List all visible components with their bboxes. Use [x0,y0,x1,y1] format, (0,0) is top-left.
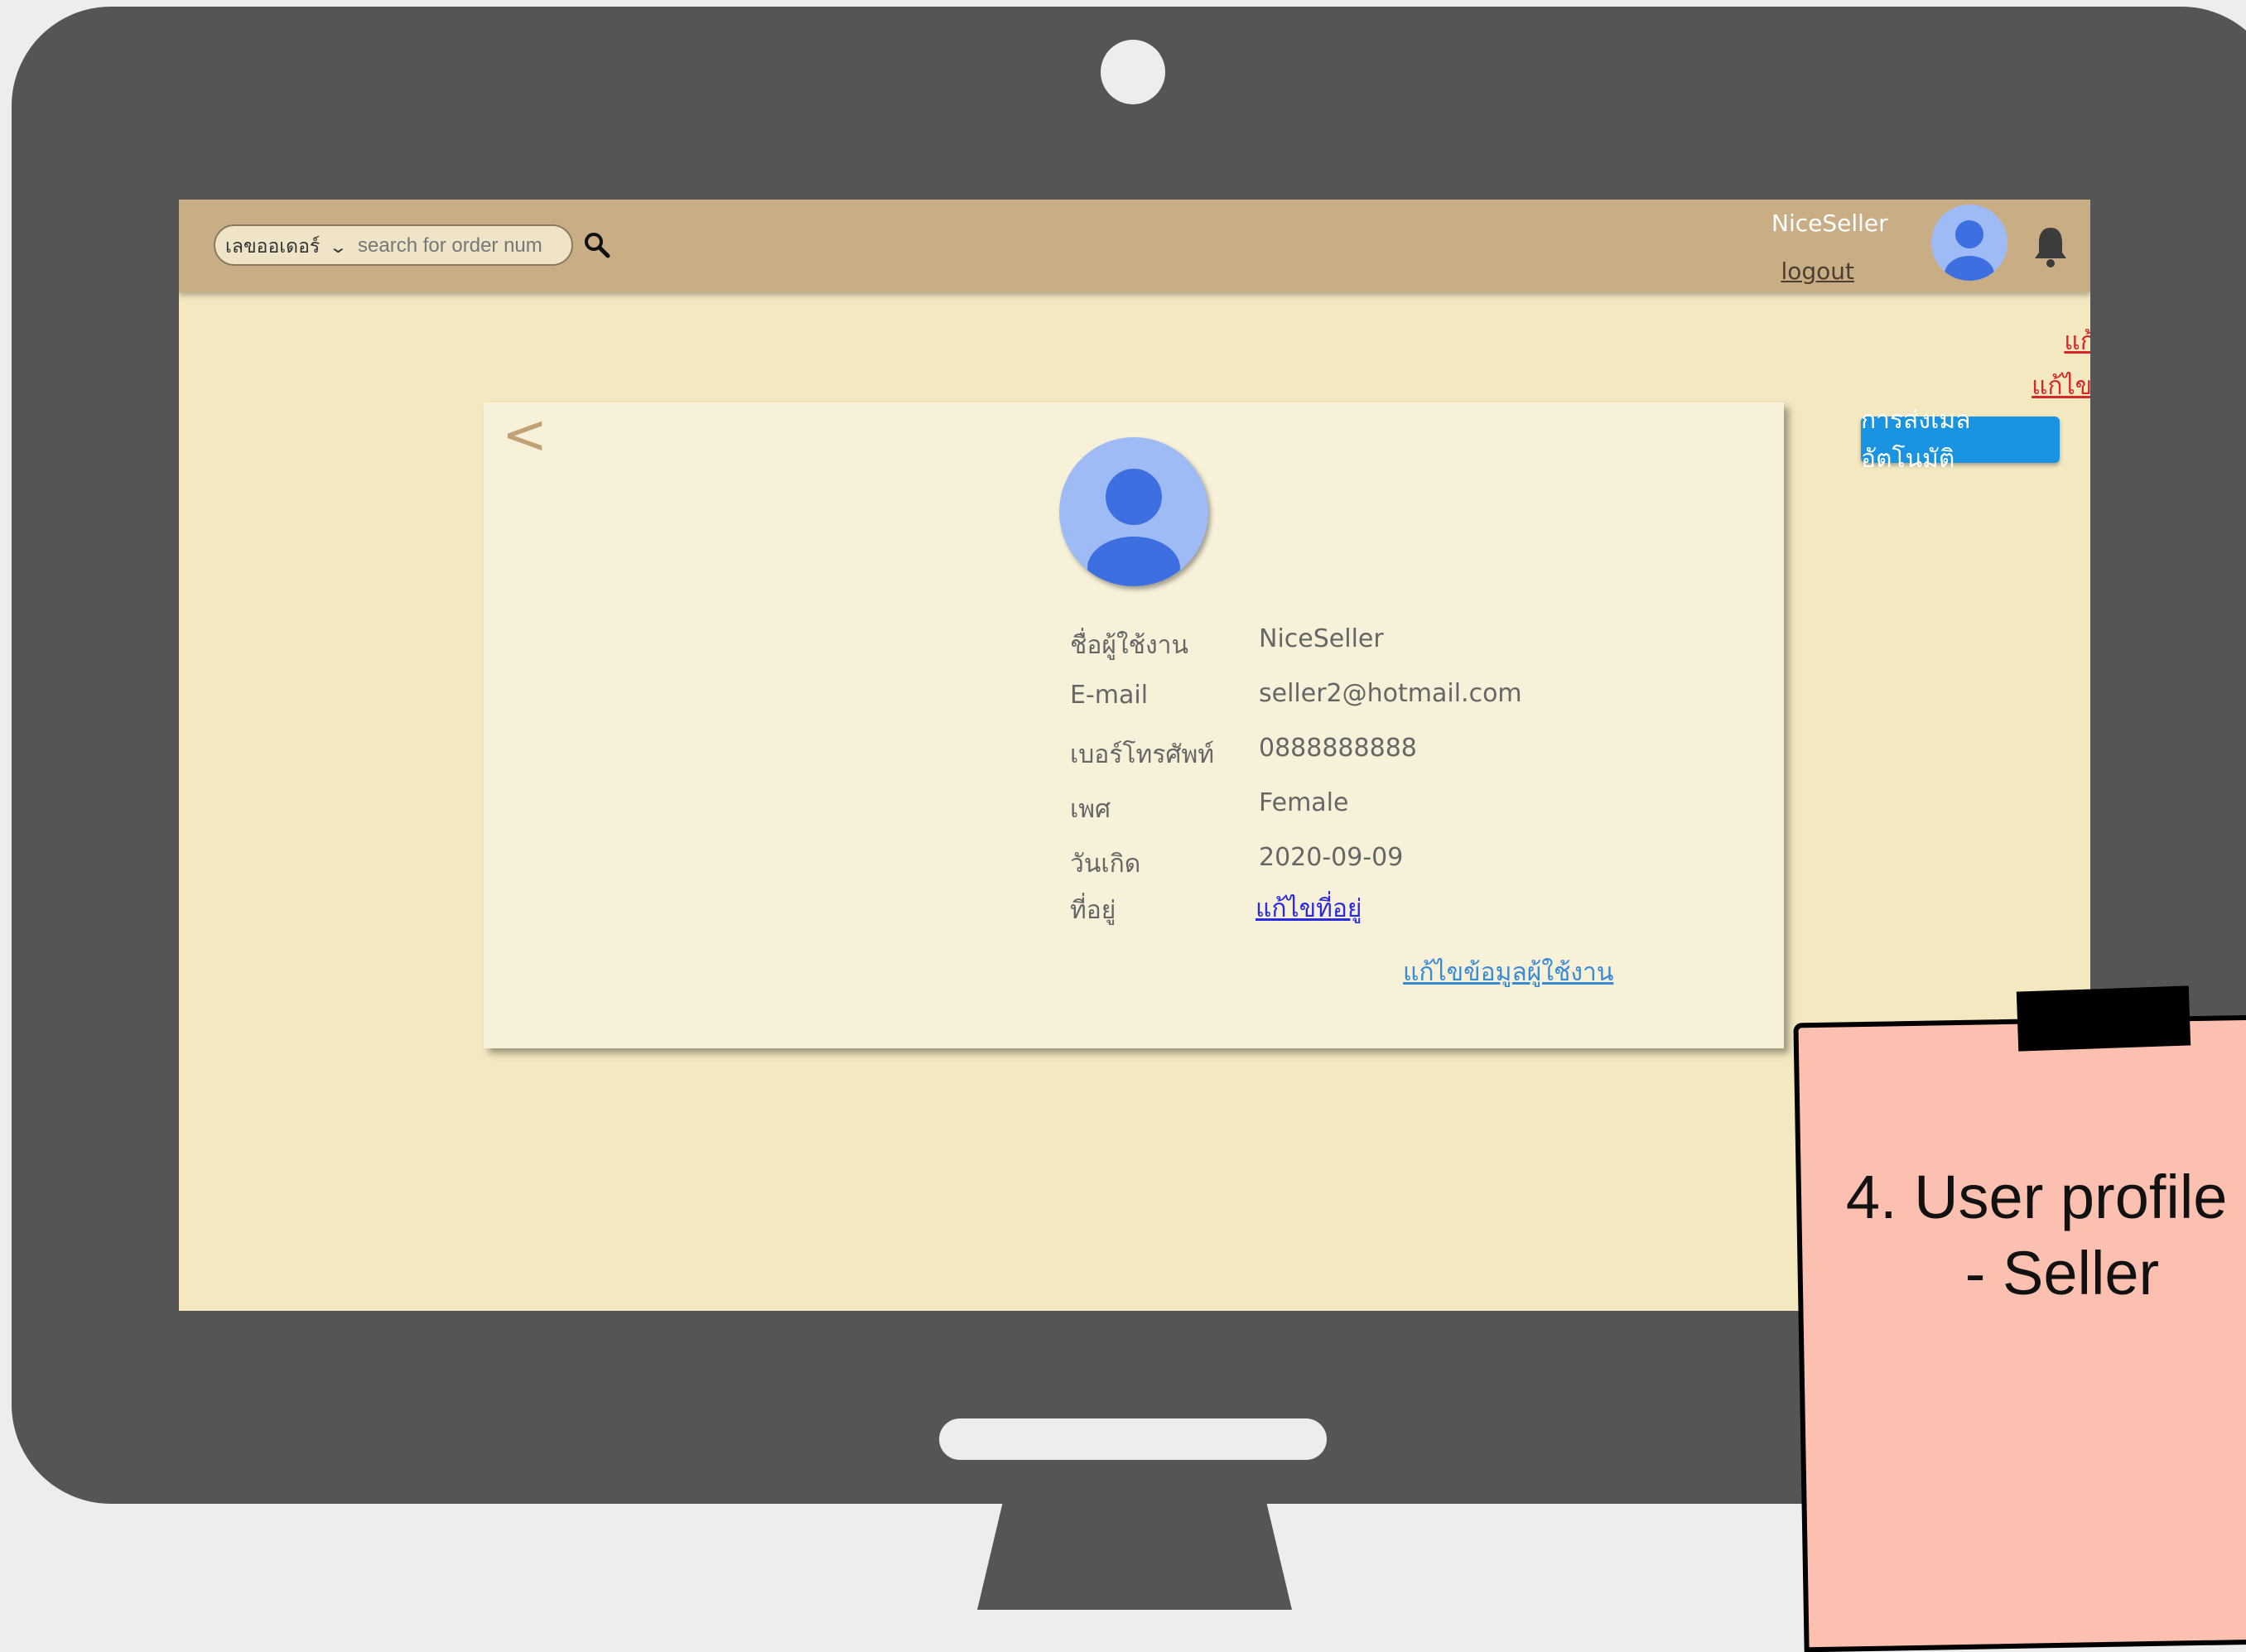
field-label-birthdate: วันเกิด [1070,850,1141,879]
edit-address-link[interactable]: แก้ไขที่อยู่ [1256,889,1362,928]
auto-email-button[interactable]: การส่งเมลอัตโนมัติ [1861,406,2060,474]
monitor-stand [977,1491,1292,1610]
chevron-down-icon: ⌄ [328,237,349,257]
monitor-camera [1101,40,1165,104]
edit-shipping-price-link[interactable]: แก้ไขราคาค่าจัดส่ง [1752,367,2090,406]
search-box: เลขออเดอร์ ⌄ [214,224,573,266]
edit-seller-account-link[interactable]: แก้ไขบัญชีผู้ขาย [1752,322,2090,361]
field-label-phone: เบอร์โทรศัพท์ [1070,740,1215,769]
user-avatar-icon [1059,437,1208,586]
field-value-phone: 0888888888 [1259,734,1417,763]
field-value-email: seller2@hotmail.com [1259,679,1522,708]
back-chevron-icon[interactable]: < [502,407,547,462]
search-category-select[interactable]: เลขออเดอร์ ⌄ [225,234,349,259]
field-value-username: NiceSeller [1259,624,1384,653]
logout-link[interactable]: logout [1738,258,1854,285]
user-avatar-icon[interactable] [1931,205,2007,281]
edit-user-info-link[interactable]: แก้ไขข้อมูลผู้ใช้งาน [1403,953,1613,992]
field-label-address: ที่อยู่ [1070,896,1116,925]
note-tape [2016,985,2191,1052]
monitor-bottom-bar [939,1418,1327,1460]
sticky-note [1793,1014,2246,1652]
field-value-birthdate: 2020-09-09 [1259,843,1404,872]
top-navbar: เลขออเดอร์ ⌄ NiceSeller logout [179,200,2090,292]
search-icon[interactable] [583,231,611,259]
profile-card: < ชื่อผู้ใช้งาน NiceSeller E-mail seller… [484,402,1784,1048]
field-label-username: ชื่อผู้ใช้งาน [1070,631,1188,660]
field-label-gender: เพศ [1070,795,1111,824]
field-label-email: E-mail [1070,681,1149,710]
username-label: NiceSeller [1771,210,1888,237]
search-input[interactable] [358,233,565,259]
search-category-label: เลขออเดอร์ [225,236,321,258]
bell-icon[interactable] [2032,224,2069,269]
field-value-gender: Female [1259,788,1349,817]
note-caption: 4. User profile p - Seller [1845,1163,2246,1308]
